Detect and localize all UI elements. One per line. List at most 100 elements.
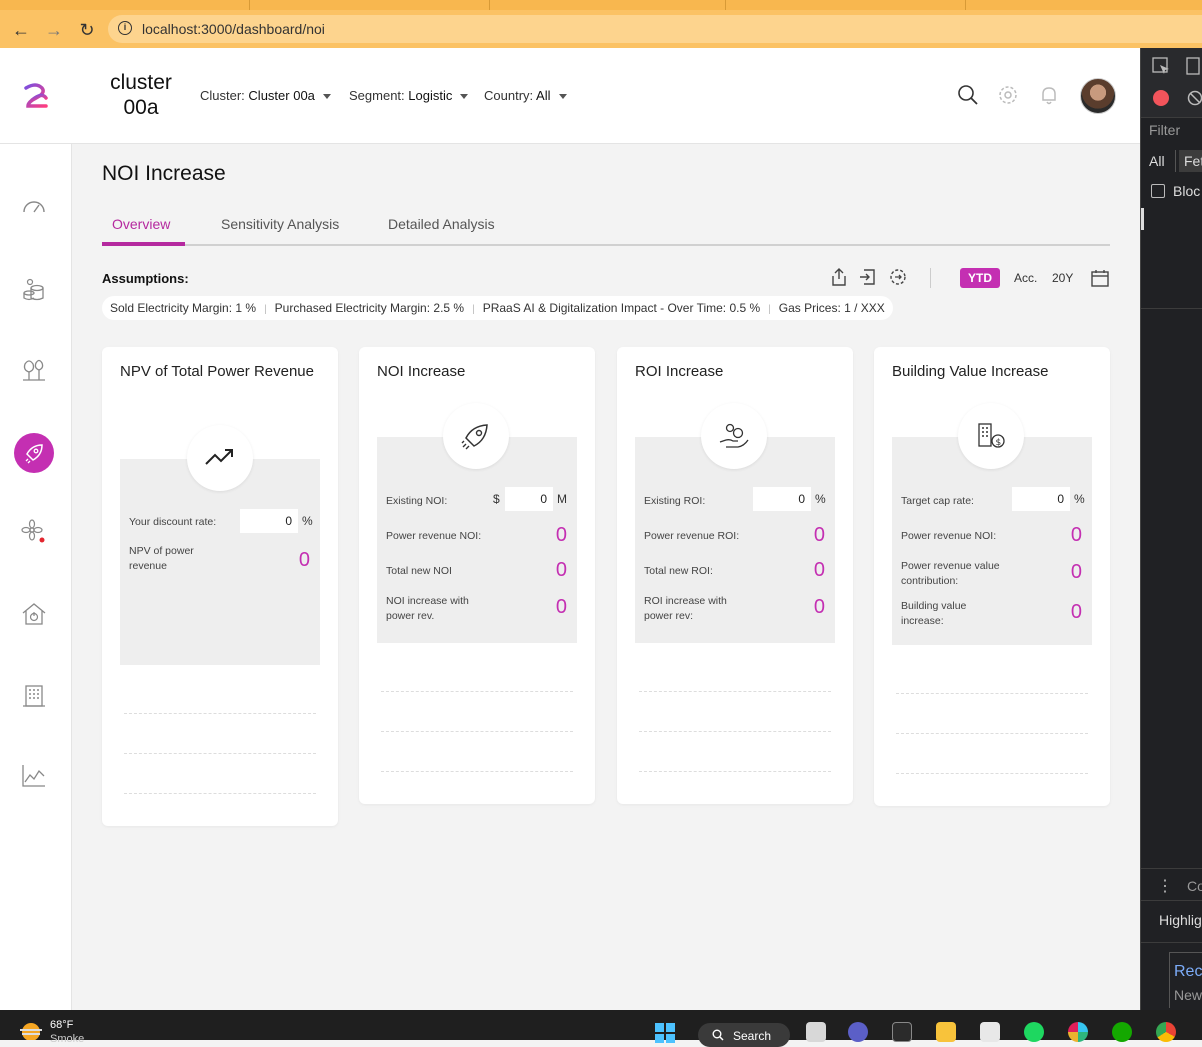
devtools-highlight-label: Highlig: [1159, 912, 1202, 928]
filter-label: Segment:: [349, 88, 405, 103]
settings-icon[interactable]: [888, 267, 908, 287]
sidebar-item-noi-active[interactable]: [14, 433, 54, 473]
record-icon[interactable]: [1153, 90, 1169, 106]
browser-tab[interactable]: [726, 0, 966, 10]
terminal-icon[interactable]: [892, 1022, 912, 1042]
separator: [1175, 150, 1176, 172]
card-icon-circle: [187, 425, 253, 491]
chart-line-icon[interactable]: [20, 762, 48, 790]
row-value: 0: [1070, 524, 1082, 546]
search-icon[interactable]: [957, 84, 979, 106]
filter-label: Country:: [484, 88, 534, 103]
card-title: NPV of Total Power Revenue: [120, 363, 314, 380]
taskbar-search[interactable]: Search: [698, 1023, 790, 1047]
gear-icon[interactable]: [997, 84, 1019, 106]
calendar-icon[interactable]: [1090, 268, 1110, 288]
reload-icon[interactable]: ↻: [76, 19, 98, 41]
building-icon[interactable]: [20, 682, 48, 710]
home-power-icon[interactable]: [20, 600, 48, 628]
period-ytd-button[interactable]: YTD: [960, 268, 1000, 288]
period-20y-button[interactable]: 20Y: [1052, 271, 1073, 285]
devtools-filter-all[interactable]: All: [1149, 153, 1165, 169]
import-icon[interactable]: [858, 267, 878, 287]
flower-icon[interactable]: [20, 518, 48, 546]
task-view-icon[interactable]: [806, 1022, 826, 1042]
back-icon[interactable]: ←: [10, 19, 32, 41]
slack-icon[interactable]: [1068, 1022, 1088, 1042]
hand-coins-icon: [719, 423, 749, 448]
paint-icon[interactable]: [980, 1022, 1000, 1042]
row-unit: %: [302, 514, 313, 528]
trees-icon[interactable]: [20, 356, 48, 384]
inspect-icon[interactable]: [1151, 56, 1171, 76]
gauge-icon[interactable]: [20, 192, 48, 220]
devtools-console-tab[interactable]: Co: [1187, 878, 1202, 894]
row-label: Total new ROI:: [644, 565, 713, 577]
row-unit: M: [557, 492, 567, 506]
cluster-title: cluster 00a: [100, 70, 182, 120]
divider: [639, 691, 831, 692]
country-filter-dropdown[interactable]: Country: All: [484, 88, 567, 103]
site-info-icon[interactable]: i: [118, 21, 132, 35]
upwork-icon[interactable]: [1112, 1022, 1132, 1042]
row-label: NPV of power revenue: [129, 545, 194, 572]
card-title: Building Value Increase: [892, 363, 1049, 380]
sidebar: [0, 144, 72, 1010]
browser-tab[interactable]: [0, 0, 250, 10]
app-header: cluster 00a Cluster: Cluster 00a Segment…: [0, 48, 1140, 144]
target-cap-rate-input[interactable]: [1012, 487, 1070, 511]
chevron-down-icon: [322, 94, 331, 100]
segment-filter-dropdown[interactable]: Segment: Logistic: [349, 88, 469, 103]
clear-icon[interactable]: [1187, 90, 1202, 106]
search-icon: [712, 1029, 724, 1041]
existing-noi-input[interactable]: [505, 487, 553, 511]
tab-sensitivity-analysis[interactable]: Sensitivity Analysis: [221, 216, 339, 232]
device-toolbar-icon[interactable]: [1183, 56, 1202, 76]
divider: [381, 771, 573, 772]
browser-tab[interactable]: [250, 0, 490, 10]
weather-widget[interactable]: 68°F Smoke: [50, 1019, 84, 1045]
block-requests-checkbox[interactable]: [1151, 184, 1165, 198]
devtools-resize-handle[interactable]: [1141, 208, 1144, 230]
file-explorer-icon[interactable]: [936, 1022, 956, 1042]
cluster-filter-dropdown[interactable]: Cluster: Cluster 00a: [200, 88, 331, 103]
user-avatar[interactable]: [1080, 78, 1116, 114]
row-unit: %: [1074, 492, 1085, 506]
row-label: Power revenue ROI:: [644, 530, 740, 542]
card-title: NOI Increase: [377, 363, 466, 380]
divider: [896, 733, 1088, 734]
devtools-recorder-link[interactable]: Rec: [1174, 963, 1202, 981]
teams-icon[interactable]: [848, 1022, 868, 1042]
toolbar-divider: [930, 268, 931, 288]
divider: [639, 771, 831, 772]
row-label: Building value increase:: [901, 600, 967, 627]
more-options-icon[interactable]: ⋮: [1157, 876, 1173, 896]
bell-icon[interactable]: [1038, 84, 1060, 106]
discount-rate-input[interactable]: [240, 509, 298, 533]
devtools-recorder-box: Rec New: [1169, 952, 1202, 1008]
app-logo[interactable]: [20, 80, 52, 112]
chrome-icon[interactable]: [1156, 1022, 1176, 1042]
windows-start-icon[interactable]: [654, 1022, 676, 1044]
spotify-icon[interactable]: [1024, 1022, 1044, 1042]
weather-temperature: 68°F: [50, 1019, 74, 1031]
cluster-title-line2: 00a: [123, 96, 159, 119]
devtools-filter-label[interactable]: Filter: [1149, 122, 1180, 138]
share-icon[interactable]: [829, 267, 849, 287]
browser-tab[interactable]: [490, 0, 726, 10]
devtools-block-label: Bloc: [1173, 183, 1201, 199]
weather-icon[interactable]: [18, 1018, 44, 1040]
forward-icon[interactable]: →: [43, 19, 65, 41]
separator: |: [264, 304, 267, 315]
existing-roi-input[interactable]: [753, 487, 811, 511]
active-tab-indicator: [102, 242, 185, 246]
devtools-filter-fetch[interactable]: Fet: [1179, 150, 1202, 172]
currency-prefix: $: [493, 492, 500, 506]
tab-detailed-analysis[interactable]: Detailed Analysis: [388, 216, 495, 232]
period-acc-button[interactable]: Acc.: [1014, 271, 1037, 285]
browser-tab-strip: [0, 0, 1202, 10]
filter-label: Cluster:: [200, 88, 245, 103]
tab-overview[interactable]: Overview: [112, 216, 170, 232]
address-bar[interactable]: i localhost:3000/dashboard/noi: [108, 15, 1202, 43]
coins-icon[interactable]: [20, 276, 48, 304]
